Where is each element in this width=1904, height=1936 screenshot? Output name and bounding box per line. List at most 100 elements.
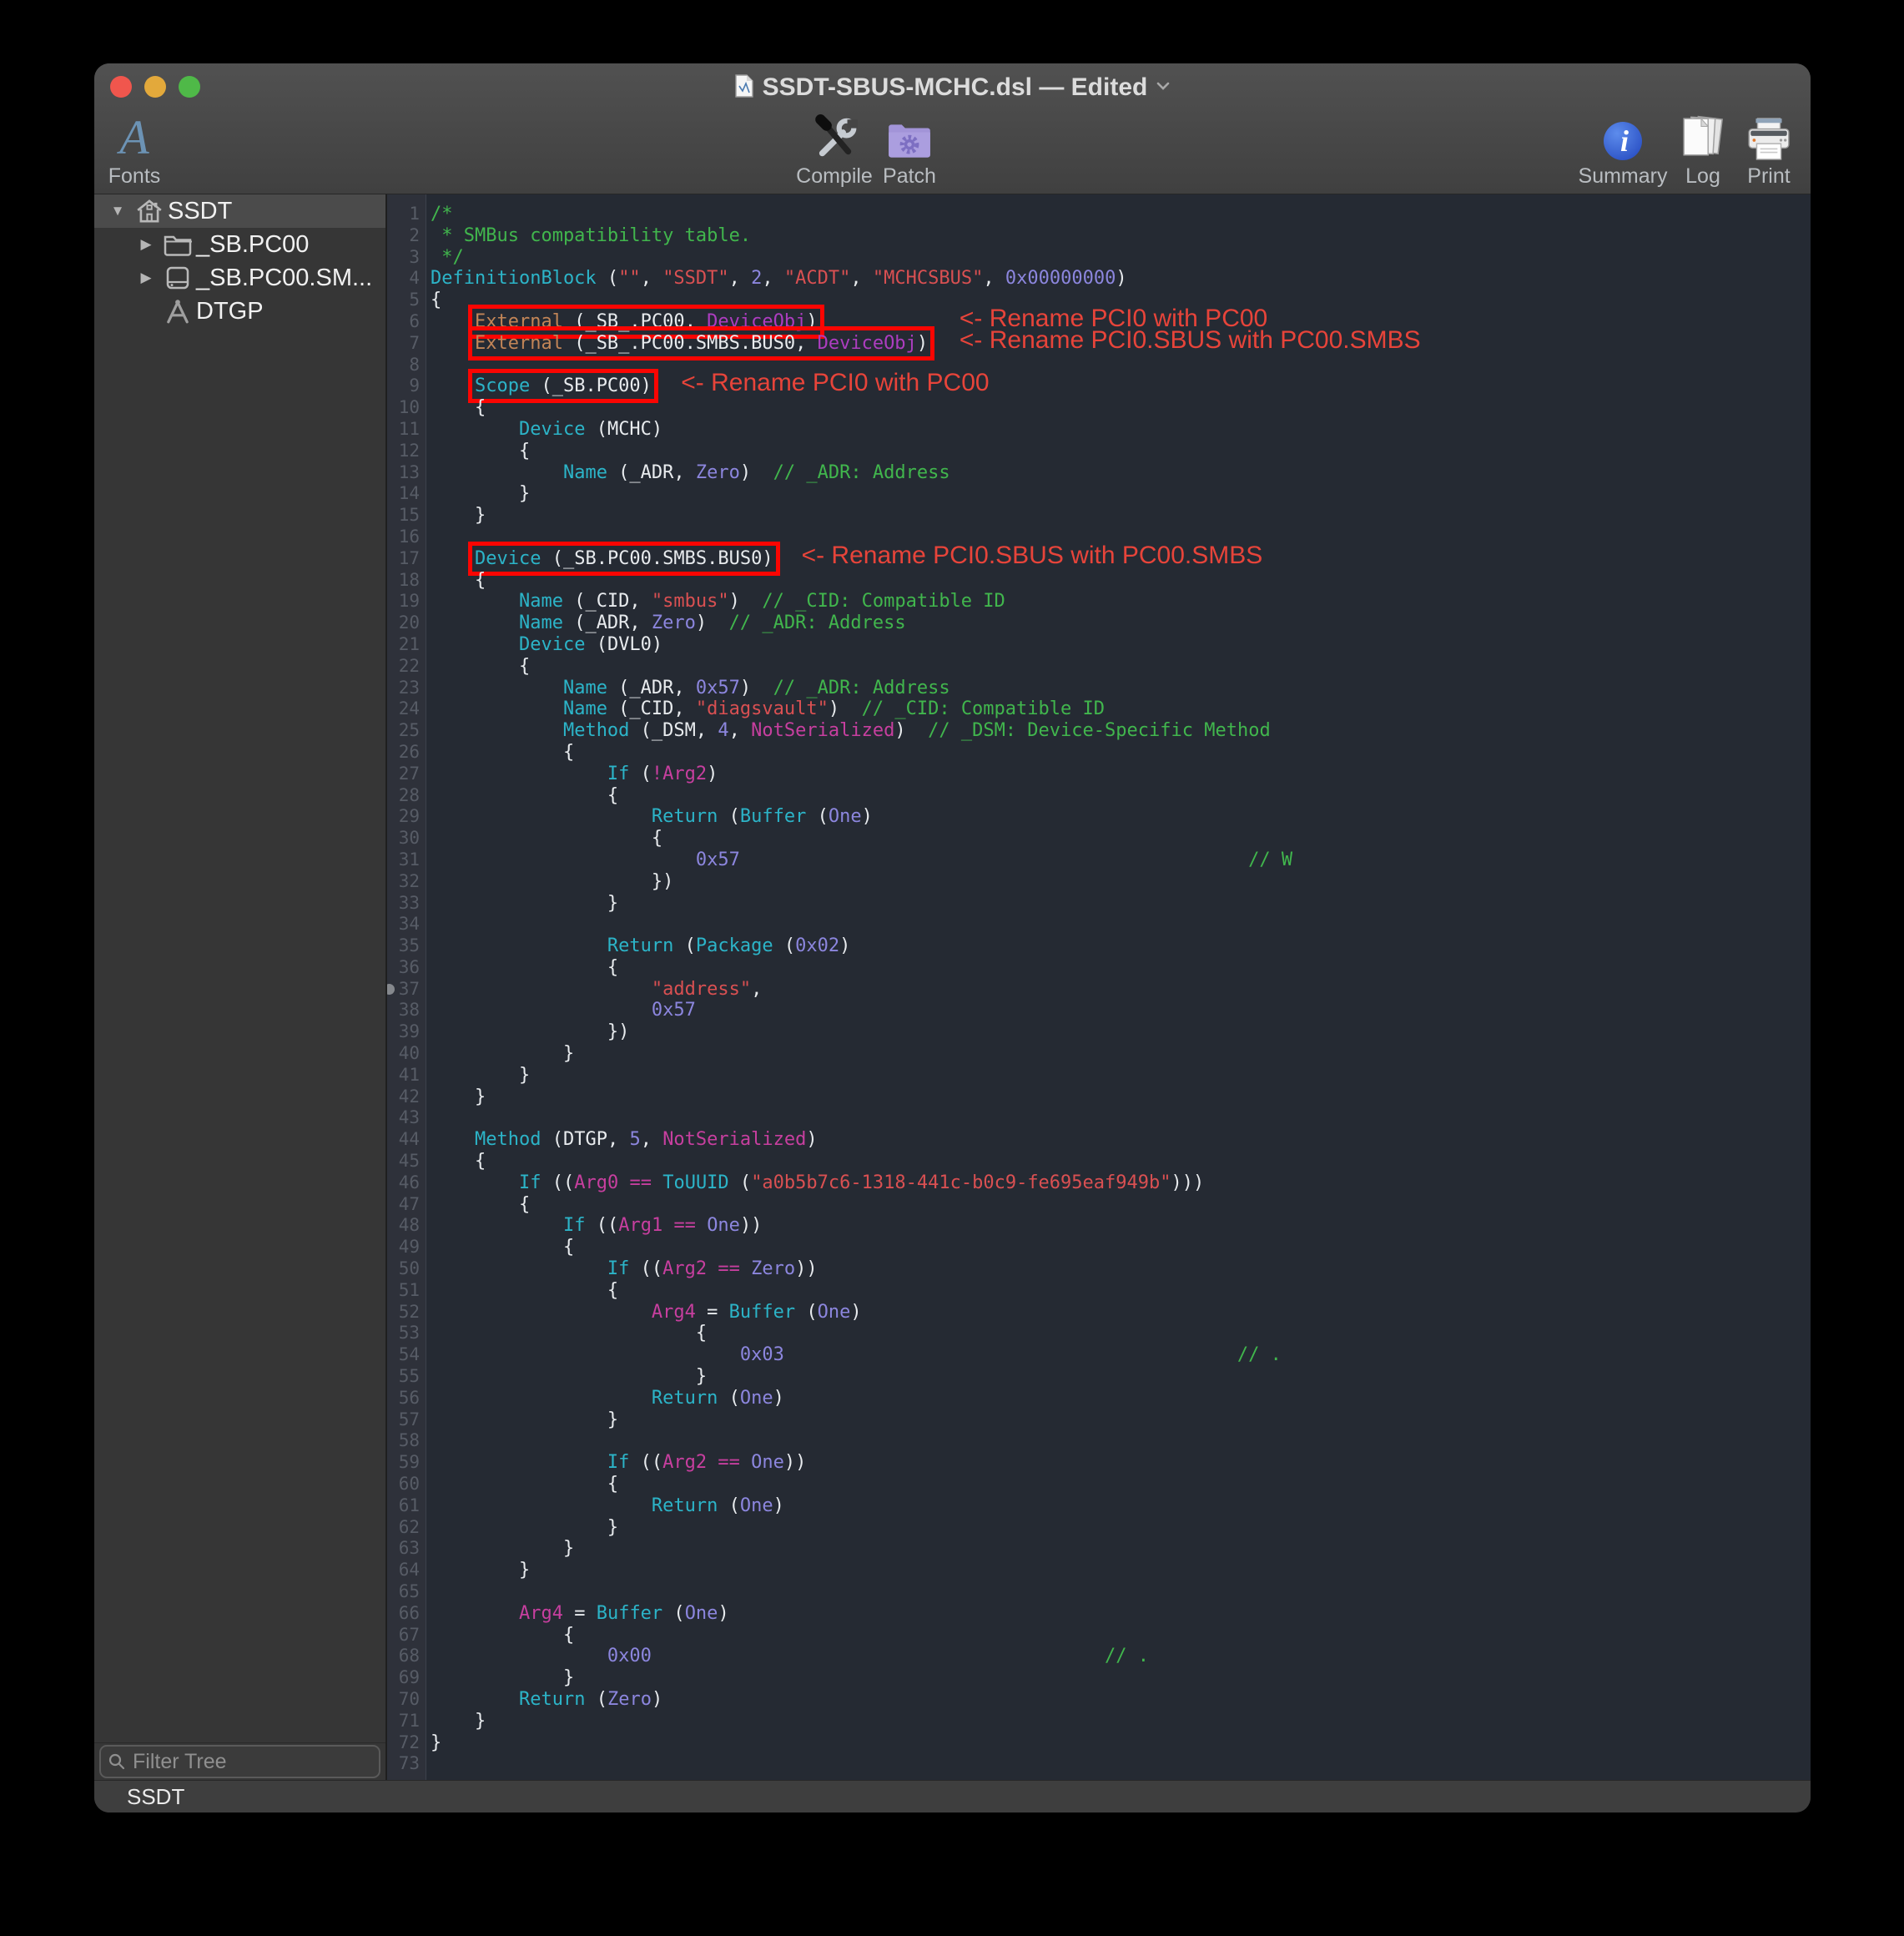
code-line-53[interactable]: {	[431, 1323, 1811, 1344]
line-number: 71	[387, 1711, 426, 1732]
code-line-24[interactable]: Name (_CID, "diagsvault") // _CID: Compa…	[431, 698, 1811, 720]
disclosure-closed-icon[interactable]: ▶	[133, 270, 159, 286]
code-line-55[interactable]: }	[431, 1366, 1811, 1388]
code-line-56[interactable]: Return (One)	[431, 1388, 1811, 1409]
code-line-34[interactable]	[431, 914, 1811, 935]
code-line-17[interactable]: Device (_SB.PC00.SMBS.BUS0)<- Rename PCI…	[431, 548, 1811, 570]
patch-button[interactable]: Patch	[864, 107, 955, 189]
code-line-45[interactable]: {	[431, 1151, 1811, 1172]
code-line-15[interactable]: }	[431, 505, 1811, 527]
line-number: 48	[387, 1215, 426, 1237]
maciasl-window: SSDT-SBUS-MCHC.dsl — Edited A Fonts	[94, 63, 1811, 1812]
disclosure-closed-icon[interactable]: ▶	[133, 236, 159, 253]
filter-tree-input[interactable]	[101, 1747, 379, 1777]
line-number: 9	[387, 376, 426, 397]
fonts-button[interactable]: A Fonts	[94, 107, 180, 189]
line-number: 27	[387, 764, 426, 785]
line-number: 32	[387, 871, 426, 893]
code-line-44[interactable]: Method (DTGP, 5, NotSerialized)	[431, 1129, 1811, 1151]
dsl-editor[interactable]: 1234567891011121314151617181920212223242…	[387, 194, 1811, 1780]
tree-item-dtgp[interactable]: DTGP	[94, 295, 385, 328]
code-line-10[interactable]: {	[431, 397, 1811, 419]
code-line-66[interactable]: Arg4 = Buffer (One)	[431, 1603, 1811, 1625]
svg-text:i: i	[1620, 124, 1629, 158]
code-line-64[interactable]: }	[431, 1560, 1811, 1581]
code-line-36[interactable]: {	[431, 957, 1811, 979]
code-line-47[interactable]: {	[431, 1194, 1811, 1216]
code-line-51[interactable]: {	[431, 1280, 1811, 1302]
code-line-70[interactable]: Return (Zero)	[431, 1689, 1811, 1711]
code-line-52[interactable]: Arg4 = Buffer (One)	[431, 1302, 1811, 1323]
print-button[interactable]: Print	[1723, 107, 1811, 189]
code-line-22[interactable]: {	[431, 656, 1811, 678]
summary-button[interactable]: i Summary	[1577, 107, 1669, 189]
code-line-1[interactable]: /*	[431, 204, 1811, 225]
code-line-61[interactable]: Return (One)	[431, 1495, 1811, 1517]
code-line-68[interactable]: 0x00 // .	[431, 1646, 1811, 1667]
code-line-37[interactable]: "address",	[431, 979, 1811, 1001]
code-line-30[interactable]: {	[431, 828, 1811, 850]
code-line-38[interactable]: 0x57	[431, 1000, 1811, 1021]
tree-item-label: DTGP	[196, 298, 264, 325]
code-line-21[interactable]: Device (DVL0)	[431, 634, 1811, 656]
code-line-54[interactable]: 0x03 // .	[431, 1344, 1811, 1366]
code-line-46[interactable]: If ((Arg0 == ToUUID ("a0b5b7c6-1318-441c…	[431, 1172, 1811, 1194]
code-line-32[interactable]: })	[431, 871, 1811, 893]
code-line-33[interactable]: }	[431, 893, 1811, 915]
code-line-57[interactable]: }	[431, 1409, 1811, 1431]
disclosure-open-icon[interactable]: ▼	[104, 203, 131, 219]
code-line-49[interactable]: {	[431, 1237, 1811, 1258]
code-line-58[interactable]	[431, 1430, 1811, 1452]
code-line-73[interactable]	[431, 1753, 1811, 1775]
code-line-72[interactable]: }	[431, 1732, 1811, 1754]
tree-item--sb-pc00-sm-[interactable]: ▶_SB.PC00.SM...	[94, 261, 385, 295]
code-line-69[interactable]: }	[431, 1667, 1811, 1689]
code-line-65[interactable]	[431, 1581, 1811, 1603]
code-line-40[interactable]: }	[431, 1043, 1811, 1065]
code-line-14[interactable]: }	[431, 483, 1811, 505]
code-line-19[interactable]: Name (_CID, "smbus") // _CID: Compatible…	[431, 591, 1811, 613]
code-line-2[interactable]: * SMBus compatibility table.	[431, 225, 1811, 247]
code-line-11[interactable]: Device (MCHC)	[431, 419, 1811, 441]
code-line-12[interactable]: {	[431, 441, 1811, 462]
code-line-8[interactable]	[431, 355, 1811, 376]
title-chevron-icon[interactable]	[1156, 80, 1171, 95]
code-line-62[interactable]: }	[431, 1517, 1811, 1539]
code-line-71[interactable]: }	[431, 1711, 1811, 1732]
code-line-26[interactable]: {	[431, 742, 1811, 764]
code-area[interactable]: /* * SMBus compatibility table. */Defini…	[426, 194, 1811, 1780]
code-line-7[interactable]: External (_SB_.PC00.SMBS.BUS0, DeviceObj…	[431, 333, 1811, 355]
code-line-4[interactable]: DefinitionBlock ("", "SSDT", 2, "ACDT", …	[431, 268, 1811, 290]
code-line-20[interactable]: Name (_ADR, Zero) // _ADR: Address	[431, 613, 1811, 634]
code-line-18[interactable]: {	[431, 570, 1811, 592]
code-line-29[interactable]: Return (Buffer (One)	[431, 806, 1811, 828]
line-number: 57	[387, 1409, 426, 1431]
tree-item--sb-pc00[interactable]: ▶_SB.PC00	[94, 228, 385, 261]
code-line-48[interactable]: If ((Arg1 == One))	[431, 1215, 1811, 1237]
code-line-25[interactable]: Method (_DSM, 4, NotSerialized) // _DSM:…	[431, 720, 1811, 742]
code-line-39[interactable]: })	[431, 1021, 1811, 1043]
code-line-42[interactable]: }	[431, 1086, 1811, 1108]
line-number: 20	[387, 613, 426, 634]
code-line-13[interactable]: Name (_ADR, Zero) // _ADR: Address	[431, 462, 1811, 484]
code-line-28[interactable]: {	[431, 785, 1811, 807]
filter-tree-field[interactable]	[99, 1745, 380, 1778]
line-number: 64	[387, 1560, 426, 1581]
tree-item-ssdt[interactable]: ▼SSDT	[94, 194, 385, 228]
code-line-59[interactable]: If ((Arg2 == One))	[431, 1452, 1811, 1474]
code-line-60[interactable]: {	[431, 1474, 1811, 1495]
code-line-3[interactable]: */	[431, 247, 1811, 269]
line-number: 23	[387, 678, 426, 699]
code-line-31[interactable]: 0x57 // W	[431, 850, 1811, 871]
code-line-43[interactable]	[431, 1107, 1811, 1129]
code-line-23[interactable]: Name (_ADR, 0x57) // _ADR: Address	[431, 678, 1811, 699]
code-line-35[interactable]: Return (Package (0x02)	[431, 935, 1811, 957]
code-line-9[interactable]: Scope (_SB.PC00)<- Rename PCI0 with PC00	[431, 376, 1811, 397]
code-line-67[interactable]: {	[431, 1625, 1811, 1646]
line-number: 68	[387, 1646, 426, 1667]
code-line-50[interactable]: If ((Arg2 == Zero))	[431, 1258, 1811, 1280]
code-line-63[interactable]: }	[431, 1538, 1811, 1560]
code-line-27[interactable]: If (!Arg2)	[431, 764, 1811, 785]
code-line-41[interactable]: }	[431, 1065, 1811, 1086]
line-number: 22	[387, 656, 426, 678]
